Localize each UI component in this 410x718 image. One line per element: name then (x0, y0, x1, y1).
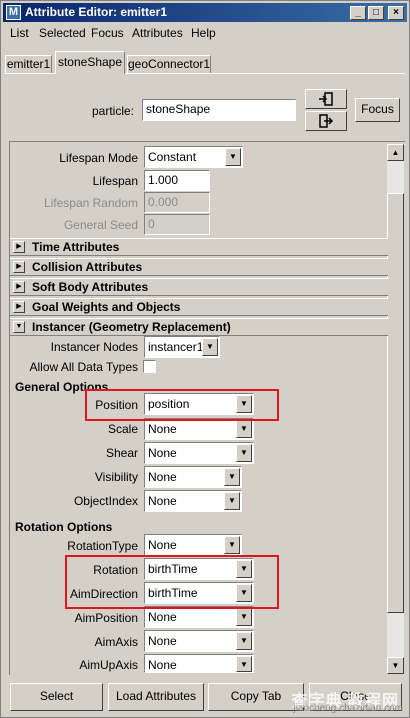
chevron-down-icon: ▼ (236, 608, 252, 626)
rotation-type-dropdown[interactable]: None ▼ (144, 534, 242, 556)
window-title: Attribute Editor: emitter1 (25, 5, 168, 19)
allow-all-data-types-checkbox[interactable] (143, 360, 156, 373)
aim-up-axis-dropdown[interactable]: None ▼ (144, 654, 254, 673)
input-arrow-icon (319, 92, 333, 106)
watermark-url: jiaocheng.chazidian.com (293, 703, 403, 714)
rotation-type-value: None (148, 538, 177, 552)
allow-all-data-types-label: Allow All Data Types (29, 360, 139, 374)
expand-triangle-icon: ▶ (13, 261, 25, 273)
general-seed-label: General Seed (63, 218, 138, 232)
output-connections-button[interactable] (305, 111, 347, 131)
highlight-rotation-aim (65, 555, 279, 609)
shear-label: Shear (105, 446, 138, 460)
particle-label: particle: (91, 104, 134, 118)
section-label: Soft Body Attributes (32, 280, 149, 294)
scale-dropdown[interactable]: None ▼ (144, 418, 254, 440)
scale-value: None (148, 422, 177, 436)
scrollbar-thumb[interactable] (387, 193, 404, 613)
aim-position-label: AimPosition (74, 611, 138, 625)
close-window-button[interactable]: × (388, 6, 404, 20)
expand-triangle-icon: ▶ (13, 281, 25, 293)
general-seed-field: 0 (144, 214, 210, 235)
object-index-value: None (148, 494, 177, 508)
visibility-label: Visibility (94, 470, 138, 484)
chevron-down-icon: ▼ (224, 536, 240, 554)
chevron-down-icon: ▼ (236, 632, 252, 650)
chevron-down-icon: ▼ (224, 492, 240, 510)
chevron-down-icon: ▼ (236, 444, 252, 462)
instancer-nodes-label: Instancer Nodes (50, 340, 138, 354)
chevron-down-icon: ▼ (236, 656, 252, 672)
particle-name-field[interactable]: stoneShape (142, 99, 296, 121)
menu-attributes[interactable]: Attributes (132, 26, 183, 40)
collapse-triangle-icon: ▼ (13, 321, 25, 333)
aim-axis-label: AimAxis (94, 635, 138, 649)
rotation-options-heading: Rotation Options (15, 520, 113, 534)
object-index-dropdown[interactable]: None ▼ (144, 490, 242, 512)
aim-axis-value: None (148, 634, 177, 648)
minimize-button[interactable]: _ (350, 6, 366, 20)
maya-app-icon: M (6, 5, 21, 20)
attribute-editor-window: M Attribute Editor: emitter1 _ □ × List … (0, 0, 410, 718)
aim-up-axis-value: None (148, 658, 177, 672)
chevron-down-icon: ▼ (236, 420, 252, 438)
lifespan-mode-label: Lifespan Mode (59, 151, 138, 165)
tab-stoneshape[interactable]: stoneShape (55, 51, 125, 74)
scroll-down-button[interactable]: ▼ (387, 657, 404, 674)
lifespan-mode-dropdown[interactable]: Constant ▼ (144, 146, 243, 168)
menu-help[interactable]: Help (191, 26, 216, 40)
rotation-type-label: RotationType (67, 539, 138, 553)
lifespan-field[interactable]: 1.000 (144, 170, 210, 191)
load-attributes-button[interactable]: Load Attributes (108, 683, 204, 711)
select-button[interactable]: Select (10, 683, 103, 711)
expand-triangle-icon: ▶ (13, 301, 25, 313)
aim-position-value: None (148, 610, 177, 624)
chevron-down-icon: ▼ (225, 148, 241, 166)
instancer-nodes-dropdown[interactable]: instancer1 ▼ (144, 336, 220, 358)
lifespan-mode-value: Constant (148, 150, 197, 164)
lifespan-random-label: Lifespan Random (43, 196, 138, 210)
lifespan-random-field: 0.000 (144, 192, 210, 213)
tab-emitter1[interactable]: emitter1 (5, 55, 52, 74)
section-time-attributes[interactable]: ▶ Time Attributes (10, 238, 388, 256)
title-bar[interactable]: M Attribute Editor: emitter1 _ □ × (3, 3, 407, 22)
chevron-down-icon: ▼ (202, 338, 218, 356)
shear-dropdown[interactable]: None ▼ (144, 442, 254, 464)
section-collision-attributes[interactable]: ▶ Collision Attributes (10, 258, 388, 276)
visibility-dropdown[interactable]: None ▼ (144, 466, 242, 488)
section-label: Time Attributes (32, 240, 120, 254)
aim-up-axis-label: AimUpAxis (79, 658, 138, 672)
maximize-button[interactable]: □ (368, 6, 384, 20)
chevron-down-icon: ▼ (224, 468, 240, 486)
aim-axis-dropdown[interactable]: None ▼ (144, 630, 254, 652)
section-goal-weights[interactable]: ▶ Goal Weights and Objects (10, 298, 388, 316)
tab-geoconnector1[interactable]: geoConnector1 (127, 55, 211, 74)
menu-bar: List Selected Focus Attributes Help (3, 23, 407, 43)
section-soft-body-attributes[interactable]: ▶ Soft Body Attributes (10, 278, 388, 296)
visibility-value: None (148, 470, 177, 484)
instancer-nodes-value: instancer1 (148, 340, 204, 354)
highlight-position (85, 389, 279, 421)
output-arrow-icon (319, 114, 334, 128)
menu-focus[interactable]: Focus (91, 26, 124, 40)
section-label: Collision Attributes (32, 260, 143, 274)
menu-list[interactable]: List (10, 26, 29, 40)
copy-tab-button[interactable]: Copy Tab (208, 683, 304, 711)
aim-position-dropdown[interactable]: None ▼ (144, 606, 254, 628)
section-instancer[interactable]: ▼ Instancer (Geometry Replacement) (10, 318, 388, 336)
scale-label: Scale (107, 422, 138, 436)
menu-selected[interactable]: Selected (39, 26, 86, 40)
scroll-up-button[interactable]: ▲ (387, 144, 404, 161)
input-connections-button[interactable] (305, 89, 347, 109)
shear-value: None (148, 446, 177, 460)
section-label: Instancer (Geometry Replacement) (32, 320, 231, 334)
focus-button[interactable]: Focus (355, 98, 400, 122)
expand-triangle-icon: ▶ (13, 241, 25, 253)
section-label: Goal Weights and Objects (32, 300, 181, 314)
lifespan-label: Lifespan (92, 174, 138, 188)
object-index-label: ObjectIndex (73, 494, 138, 508)
